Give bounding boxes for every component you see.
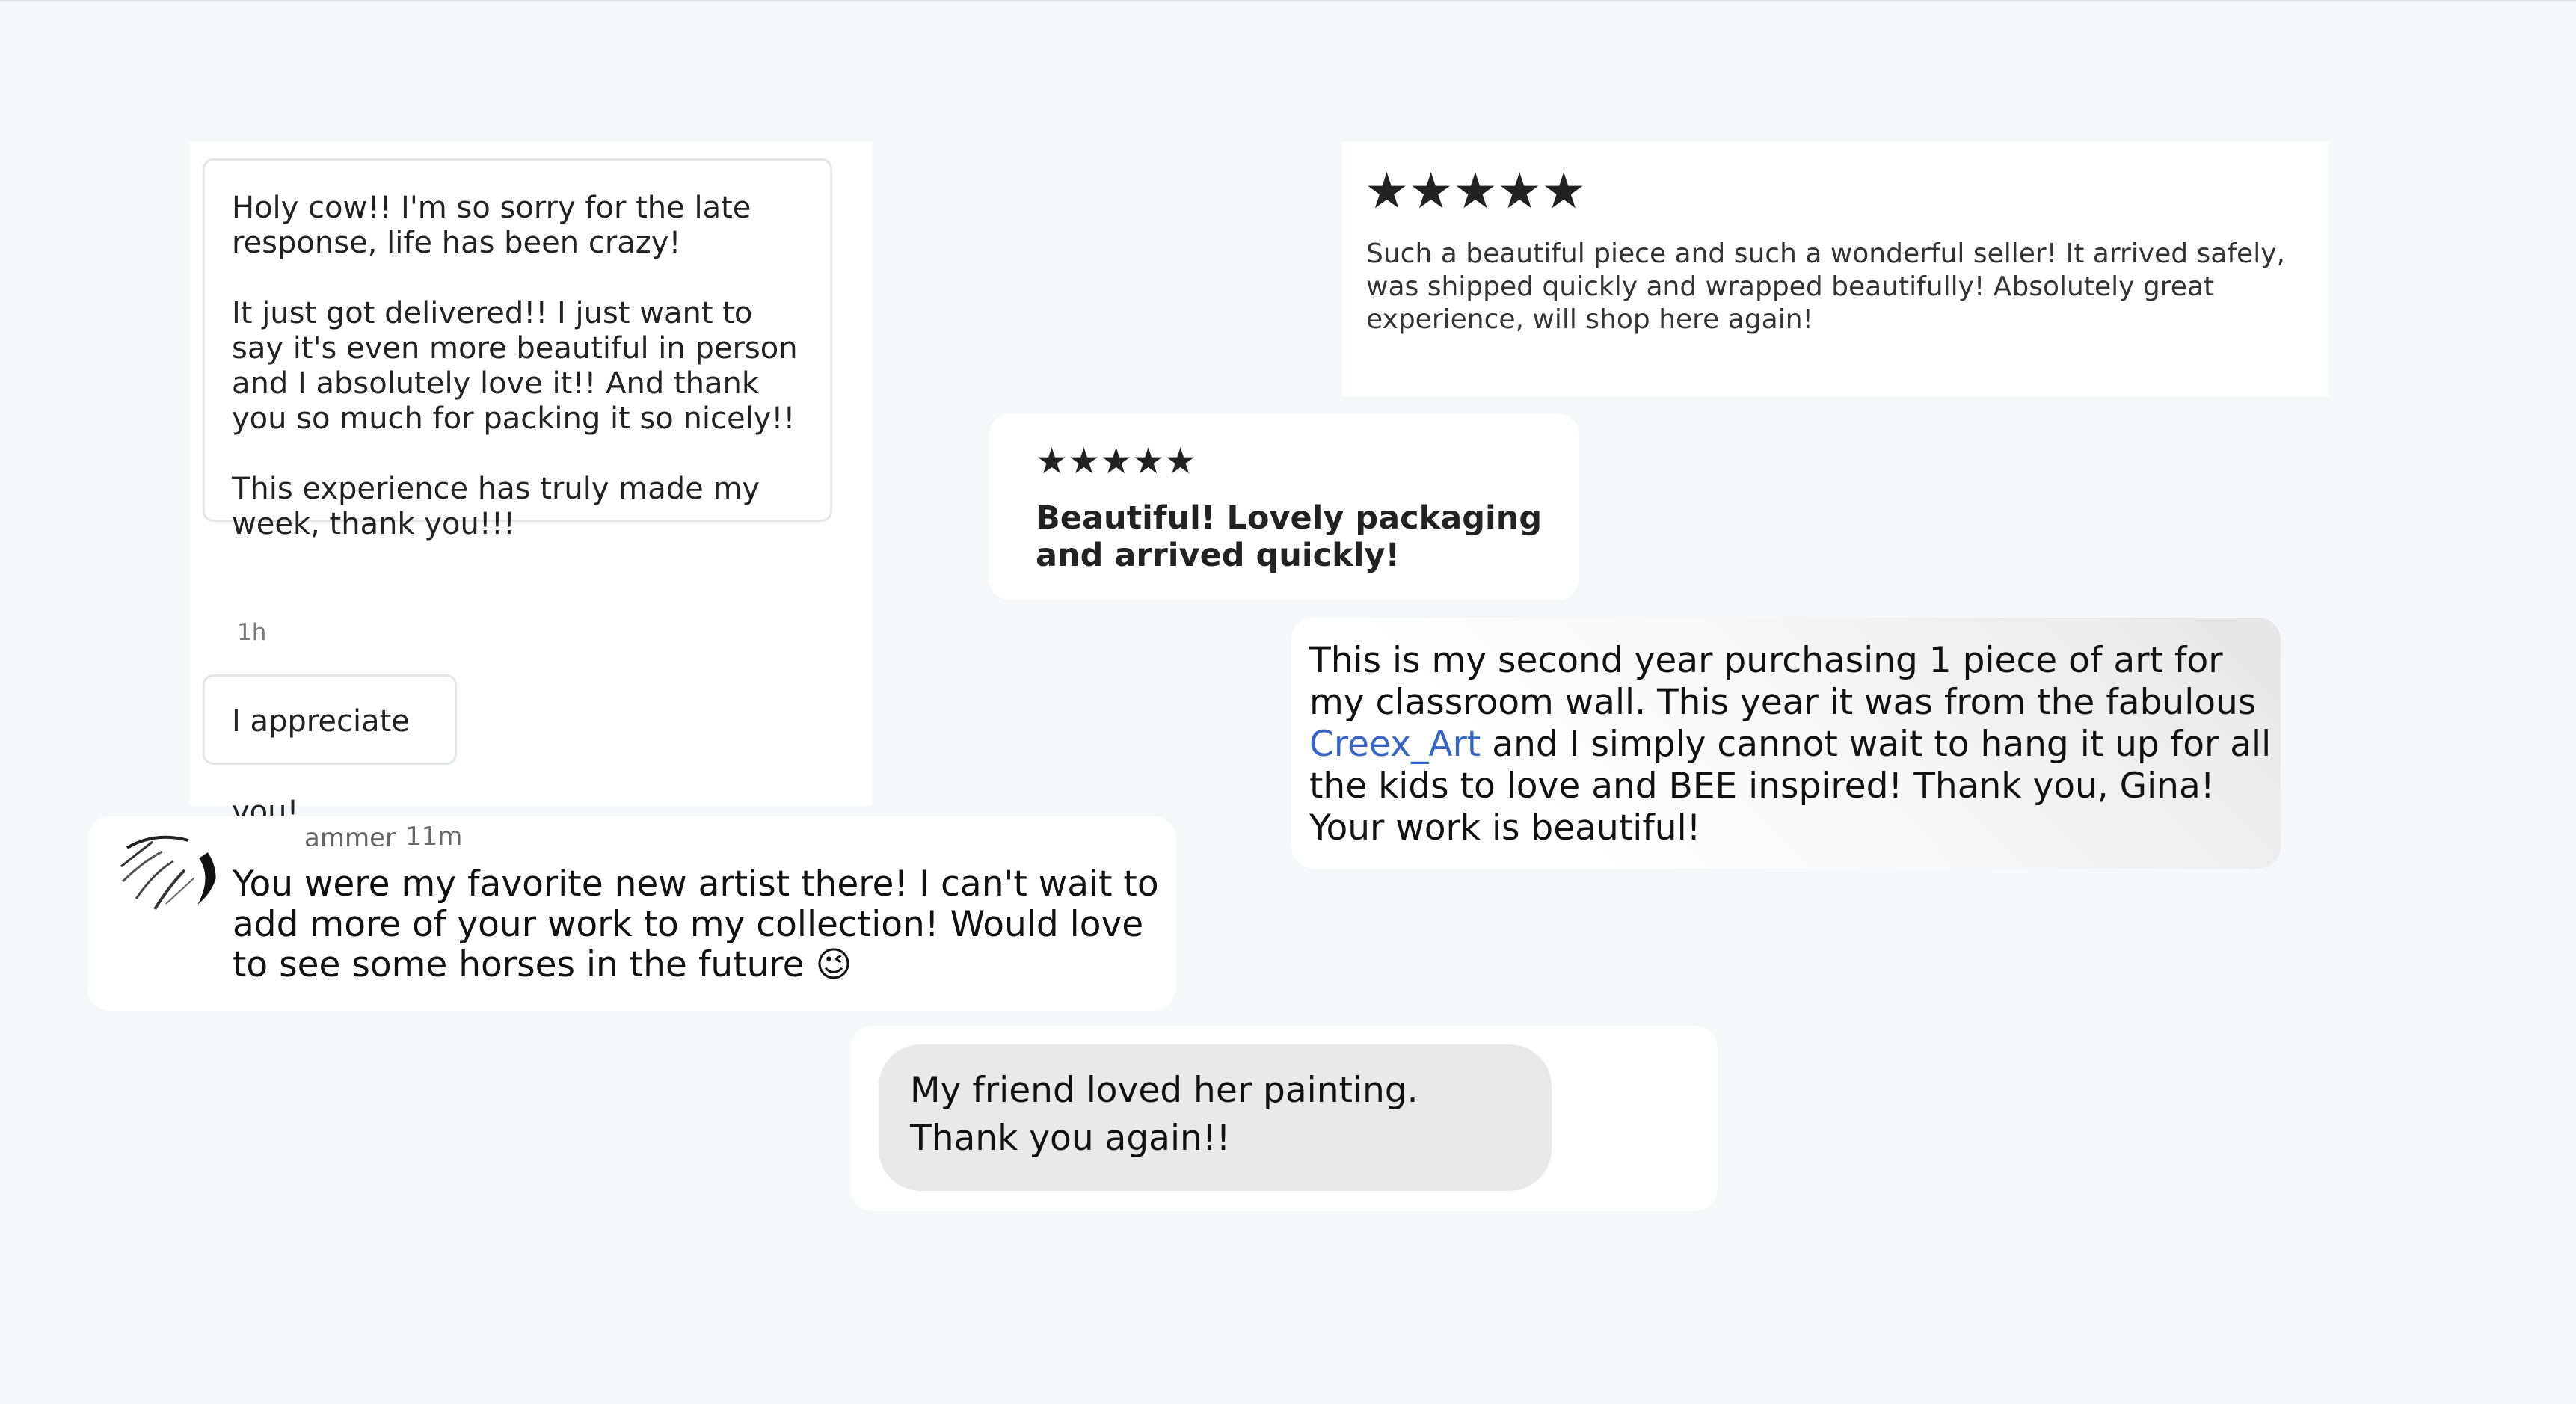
top-divider	[0, 0, 2576, 1]
friend-message-card: My friend loved her painting. Thank you …	[850, 1026, 1718, 1211]
comment-text: You were my favorite new artist there! I…	[233, 863, 1159, 985]
star-rating-icon: ★★★★★	[1036, 440, 1197, 482]
star-rating-icon: ★★★★★	[1365, 162, 1586, 220]
comment-timestamp: 11m	[405, 822, 463, 852]
review-card-five-star: ★★★★★ Such a beautiful piece and such a …	[1342, 142, 2329, 396]
review-headline: Beautiful! Lovely packaging and arrived …	[1036, 499, 1543, 574]
message-paragraph-3: This experience has truly made my week, …	[232, 472, 760, 541]
message-paragraph-2: It just got delivered!! I just want to s…	[232, 296, 798, 436]
review-text: Such a beautiful piece and such a wonder…	[1366, 238, 2285, 335]
classroom-message-card: This is my second year purchasing 1 piec…	[1291, 618, 2281, 869]
reply-bubble: I appreciate you!	[203, 674, 457, 829]
message-timestamp: 1h	[237, 619, 267, 646]
friend-message-bubble: My friend loved her painting. Thank you …	[879, 1044, 1552, 1191]
comment-card: ammer 11m You were my favorite new artis…	[87, 816, 1176, 1011]
classroom-message-text: This is my second year purchasing 1 piec…	[1309, 640, 2274, 849]
message-bubble-long: Holy cow!! I'm so sorry for the late res…	[203, 158, 832, 541]
conversation-card: Holy cow!! I'm so sorry for the late res…	[189, 142, 873, 829]
message-text-before: This is my second year purchasing 1 piec…	[1309, 640, 2257, 723]
message-paragraph-1: Holy cow!! I'm so sorry for the late res…	[232, 191, 751, 260]
shop-link[interactable]: Creex_Art	[1309, 724, 1481, 765]
review-card-short: ★★★★★ Beautiful! Lovely packaging and ar…	[989, 413, 1579, 600]
avatar[interactable]	[114, 825, 218, 915]
username[interactable]: ammer	[304, 825, 396, 846]
